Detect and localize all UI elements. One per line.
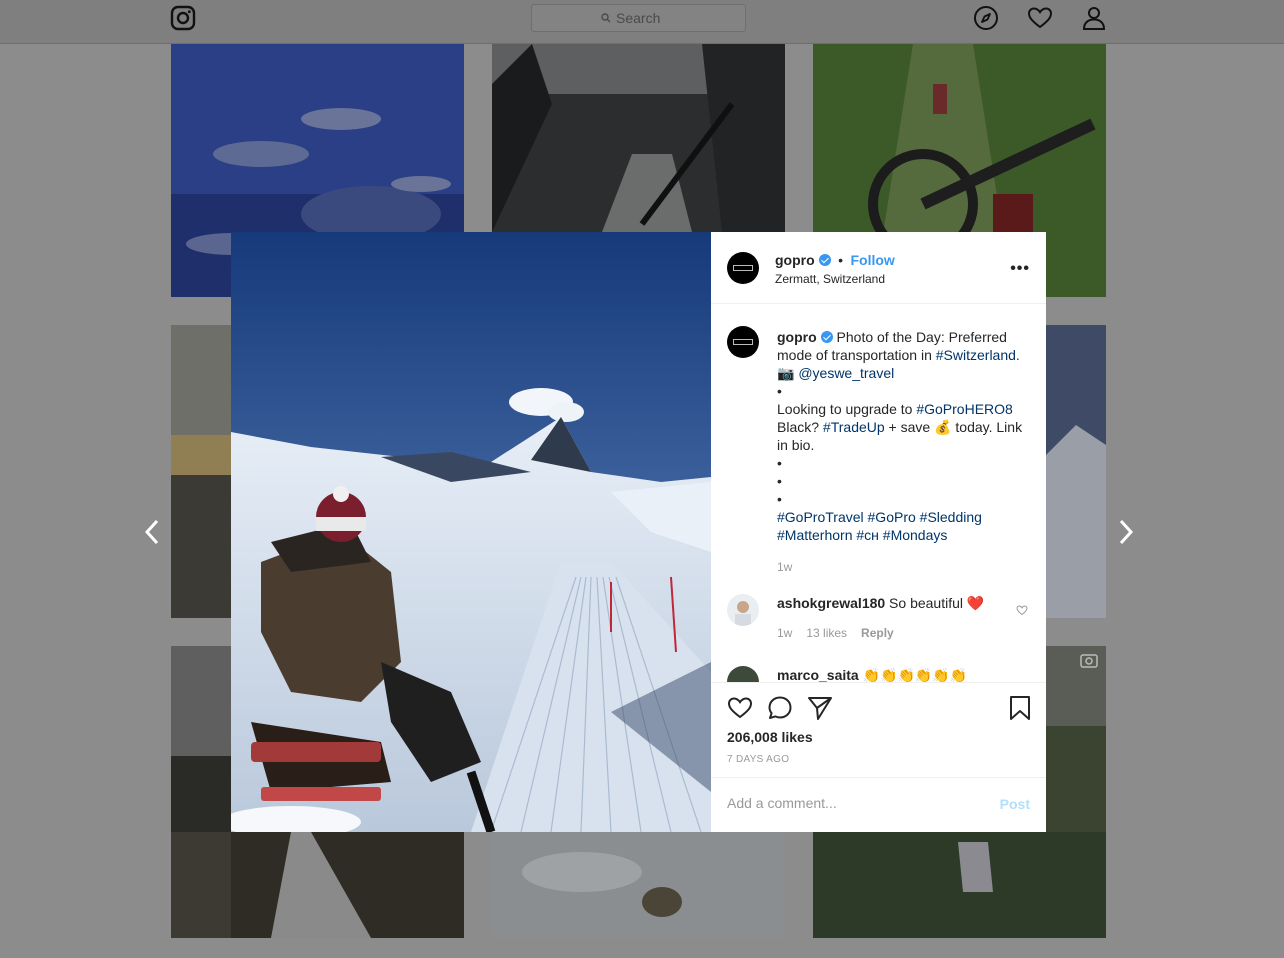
posted-time[interactable]: 7 DAYS AGO [727,754,789,765]
share-send-icon[interactable] [807,695,833,721]
post-location[interactable]: Zermatt, Switzerland [775,272,895,286]
upgrade-text-a: Looking to upgrade to [777,401,917,417]
grid-post-river[interactable] [492,44,785,232]
post-photo[interactable] [231,232,711,832]
search-box[interactable] [531,4,746,32]
comment-username[interactable]: marco_saita [777,667,859,682]
add-comment-bar: Post [711,777,1046,832]
caption-username[interactable]: gopro [777,329,817,345]
hashtag-tradeup[interactable]: #TradeUp [823,419,885,435]
like-heart-icon[interactable] [727,695,753,721]
gopro-avatar[interactable] [727,252,759,284]
commenter-avatar[interactable] [727,666,759,682]
grid-post-wingsuit[interactable] [813,832,1106,938]
caption-bullet: • [777,473,782,489]
compass-icon[interactable] [973,5,999,31]
grid-post-sunset-trees[interactable] [171,325,231,618]
post-caption: gopro Photo of the Day: Preferred mode o… [777,328,1027,576]
instagram-logo-icon[interactable] [170,5,196,31]
post-photo-image [231,232,711,832]
search-input[interactable] [616,10,676,26]
follow-button[interactable]: Follow [850,252,894,268]
comment-text: 👏👏👏👏👏👏 [858,667,968,682]
grid-post-ski-track[interactable] [171,832,464,938]
comment-bubble-icon[interactable] [767,695,793,721]
caption-avatar[interactable] [727,326,759,358]
comment-likes[interactable]: 13 likes [806,624,847,642]
separator-dot: • [838,252,844,268]
grid-post-whitewater[interactable] [492,832,785,938]
previous-arrow-icon[interactable] [142,518,162,546]
grid-post-snowy-peaks[interactable] [1046,325,1106,618]
post-header: gopro • Follow Zermatt, Switzerland ••• [711,232,1046,304]
upgrade-text-b: Black? [777,419,823,435]
hashtag-switzerland[interactable]: #Switzerland. [936,347,1020,363]
search-icon [601,13,611,23]
comment-like-heart-icon[interactable] [1016,604,1028,616]
post-username[interactable]: gopro [775,252,815,268]
heart-icon[interactable] [1027,5,1053,31]
comment-meta: 1w 13 likes Reply [777,624,1003,642]
camera-emoji: 📷 [777,365,799,381]
verified-badge-icon [818,254,831,266]
grid-post-lake[interactable] [171,646,231,832]
post-details-panel: gopro • Follow Zermatt, Switzerland ••• … [711,232,1046,832]
top-navigation-bar [0,0,1284,44]
comment-body: marco_saita 👏👏👏👏👏👏 [777,666,1003,682]
user-icon[interactable] [1081,5,1107,31]
comment-time[interactable]: 1w [777,624,792,642]
comment-body: ashokgrewal180 So beautiful ❤️ 1w 13 lik… [777,594,1003,642]
post-header-info: gopro • Follow Zermatt, Switzerland [775,252,895,286]
caption-bullet: • [777,383,782,399]
next-arrow-icon[interactable] [1116,518,1136,546]
grid-post-alpine-valley[interactable] [1046,646,1106,832]
comment-text: So beautiful ❤️ [885,595,985,611]
caption-bullet: • [777,491,782,507]
hashtag-goprohero8[interactable]: #GoProHERO8 [916,401,1012,417]
comment-reply-button[interactable]: Reply [861,624,894,642]
post-actions: 206,008 likes 7 DAYS AGO [711,682,1046,778]
carousel-icon [1080,654,1098,668]
comments-section[interactable]: gopro Photo of the Day: Preferred mode o… [711,304,1046,682]
caption-bullet: • [777,455,782,471]
post-comment-button[interactable]: Post [1000,796,1030,812]
commenter-avatar[interactable] [727,594,759,626]
mention-yeswe-travel[interactable]: @yeswe_travel [798,365,894,381]
caption-time[interactable]: 1w [777,558,1027,576]
verified-badge-icon [820,331,833,343]
likes-count[interactable]: 206,008 likes [727,729,813,745]
comment-username[interactable]: ashokgrewal180 [777,595,885,611]
comment-input[interactable] [727,795,977,811]
save-bookmark-icon[interactable] [1007,695,1033,721]
caption-hashtags[interactable]: #GoProTravel #GoPro #Sledding #Matterhor… [777,508,1027,544]
more-options-icon[interactable]: ••• [1010,260,1030,278]
